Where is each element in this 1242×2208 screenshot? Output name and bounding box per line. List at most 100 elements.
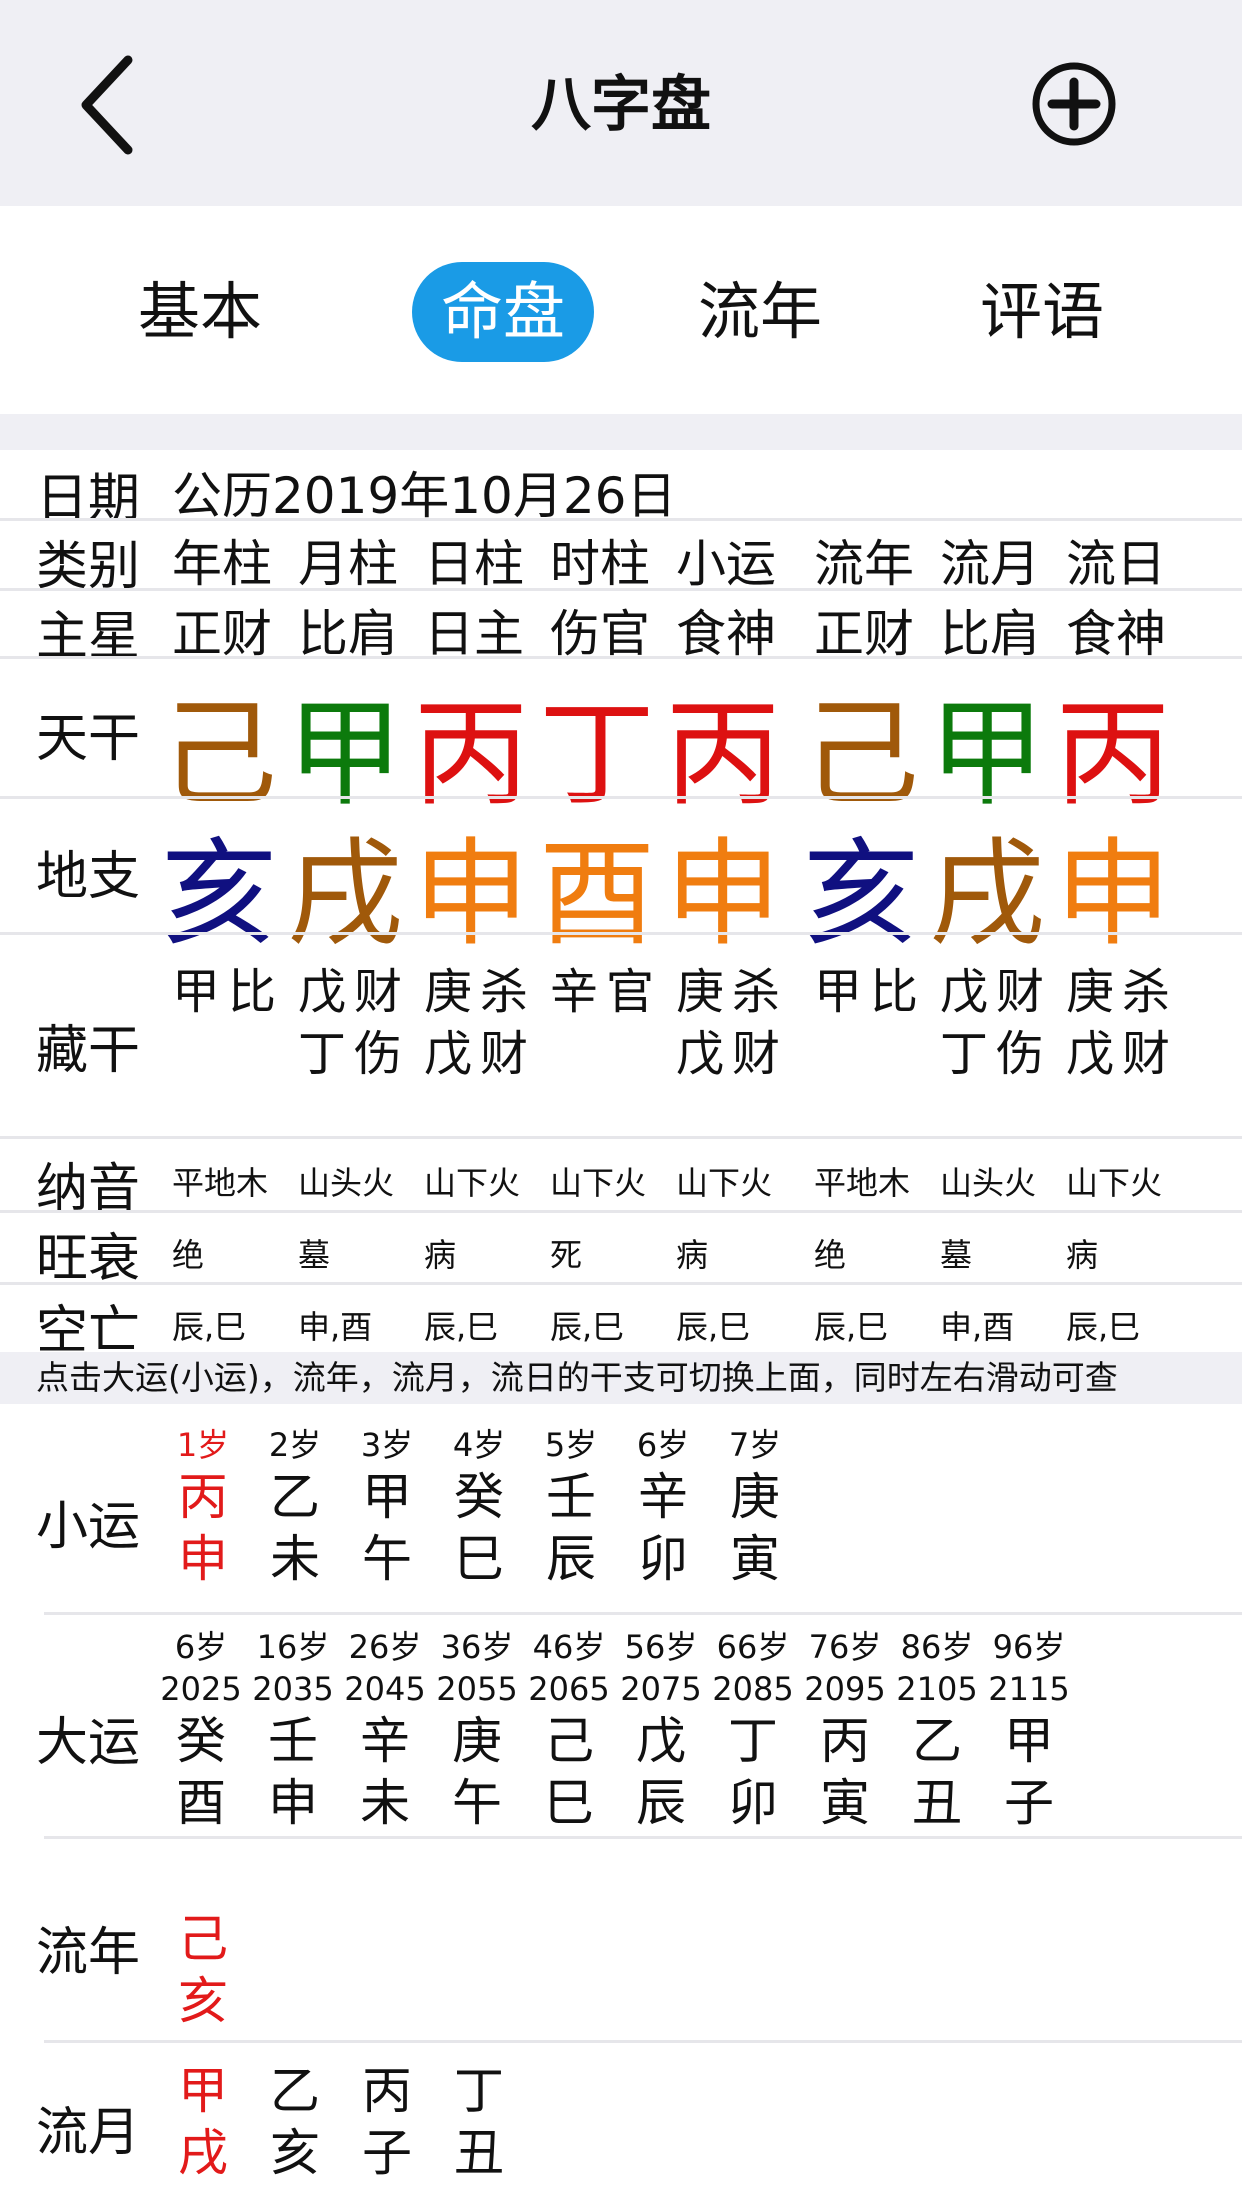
liuyue-item[interactable]: 甲戌 (158, 2060, 248, 2184)
xiaoyun-item[interactable]: 6岁辛卯 (618, 1424, 708, 1590)
kongwang-cell: 申,酉 (298, 1308, 373, 1346)
dayun-item[interactable]: 16岁 2035 壬申 (248, 1626, 338, 1834)
xiaoyun-zhi: 申 (178, 1530, 228, 1588)
row-divider (0, 1210, 1242, 1213)
liunian-item[interactable]: 己亥 (158, 1908, 248, 2032)
xiaoyun-item[interactable]: 5岁壬辰 (526, 1424, 616, 1590)
xiaoyun-item[interactable]: 1岁丙申 (158, 1424, 248, 1590)
xiaoyun-zhi: 巳 (454, 1530, 504, 1588)
liuyue-gan: 丙 (362, 2062, 412, 2120)
xiaoyun-gan: 辛 (638, 1468, 688, 1526)
dayun-age: 26岁 (348, 1628, 422, 1666)
dayun-gan: 己 (544, 1712, 594, 1770)
dizhi-label: 地支 (36, 847, 141, 907)
wangshuai-cell: 绝 (814, 1236, 847, 1274)
kongwang-cell: 辰,巳 (1066, 1308, 1141, 1346)
dayun-year: 2075 (620, 1670, 702, 1708)
category-cell: 流年 (814, 535, 914, 593)
dayun-zhi: 巳 (544, 1774, 594, 1832)
dizhi-char[interactable]: 戌 (924, 800, 1050, 968)
dayun-item[interactable]: 96岁 2115 甲子 (984, 1626, 1074, 1834)
canggan-cell: 辛官 (550, 964, 663, 1020)
dizhi-char[interactable]: 申 (1050, 800, 1176, 968)
dayun-item[interactable]: 36岁 2055 庚午 (432, 1626, 522, 1834)
canggan-cell: 戊财 (1066, 1026, 1179, 1082)
canggan-cell: 戊财 (424, 1026, 537, 1082)
xiaoyun-item[interactable]: 3岁甲午 (342, 1424, 432, 1590)
dayun-year: 2055 (436, 1670, 518, 1708)
dayun-item[interactable]: 86岁 2105 乙丑 (892, 1626, 982, 1834)
nayin-cell: 山头火 (940, 1164, 1037, 1202)
dayun-gan: 甲 (1004, 1712, 1054, 1770)
liuyue-item[interactable]: 丁丑 (434, 2060, 524, 2184)
dayun-zhi: 未 (360, 1774, 410, 1832)
tab-annual[interactable]: 流年 (680, 262, 840, 362)
dizhi-char[interactable]: 亥 (156, 800, 282, 968)
add-circle-icon[interactable] (1030, 60, 1118, 148)
tab-chart[interactable]: 命盘 (412, 262, 594, 362)
dayun-age: 16岁 (256, 1628, 330, 1666)
dayun-item[interactable]: 26岁 2045 辛未 (340, 1626, 430, 1834)
row-divider (0, 932, 1242, 935)
dizhi-char[interactable]: 戌 (282, 800, 408, 968)
dayun-item[interactable]: 56岁 2075 戊辰 (616, 1626, 706, 1834)
dayun-gan: 辛 (360, 1712, 410, 1770)
xiaoyun-age: 1岁 (176, 1426, 230, 1464)
canggan-cell: 戊财 (676, 1026, 789, 1082)
navigation-bar: 八字盘 (0, 0, 1242, 206)
dayun-zhi: 寅 (820, 1774, 870, 1832)
kongwang-cell: 辰,巳 (550, 1308, 625, 1346)
dayun-item[interactable]: 66岁 2085 丁卯 (708, 1626, 798, 1834)
xiaoyun-item[interactable]: 2岁乙未 (250, 1424, 340, 1590)
dayun-item[interactable]: 6岁 2025 癸酉 (156, 1626, 246, 1834)
dizhi-char[interactable]: 申 (660, 800, 786, 968)
liuyue-item[interactable]: 丙子 (342, 2060, 432, 2184)
dayun-gan: 壬 (268, 1712, 318, 1770)
dayun-item[interactable]: 46岁 2065 己巳 (524, 1626, 614, 1834)
liuyue-gan: 甲 (178, 2062, 228, 2120)
dayun-year: 2045 (344, 1670, 426, 1708)
canggan-cell: 戊财 (940, 964, 1053, 1020)
xiaoyun-age: 3岁 (360, 1426, 414, 1464)
dayun-gan: 癸 (176, 1712, 226, 1770)
xiaoyun-age: 5岁 (544, 1426, 598, 1464)
xiaoyun-zhi: 午 (362, 1530, 412, 1588)
liuyue-gan: 丁 (454, 2062, 504, 2120)
dayun-gan: 庚 (452, 1712, 502, 1770)
dizhi-char[interactable]: 申 (408, 800, 534, 968)
xiaoyun-age: 6岁 (636, 1426, 690, 1464)
dizhi-char[interactable]: 亥 (798, 800, 924, 968)
dayun-zhi: 子 (1004, 1774, 1054, 1832)
section-divider (0, 414, 1242, 450)
canggan-cell: 戊财 (298, 964, 411, 1020)
canggan-cell: 甲比 (172, 964, 285, 1020)
wangshuai-cell: 病 (1066, 1236, 1099, 1274)
tab-basic[interactable]: 基本 (120, 262, 280, 362)
nayin-cell: 平地木 (814, 1164, 911, 1202)
dayun-year: 2115 (988, 1670, 1070, 1708)
dayun-zhi: 丑 (912, 1774, 962, 1832)
xiaoyun-zhi: 未 (270, 1530, 320, 1588)
dayun-year: 2095 (804, 1670, 886, 1708)
row-divider (0, 1282, 1242, 1285)
wangshuai-cell: 病 (424, 1236, 457, 1274)
xiaoyun-gan: 丙 (178, 1468, 228, 1526)
dayun-year: 2105 (896, 1670, 978, 1708)
category-cell: 日柱 (424, 535, 524, 593)
row-divider (0, 588, 1242, 591)
liuyue-zhi: 亥 (270, 2124, 320, 2182)
dayun-age: 36岁 (440, 1628, 514, 1666)
canggan-cell: 丁伤 (298, 1026, 411, 1082)
nayin-cell: 山下火 (424, 1164, 521, 1202)
tab-comments[interactable]: 评语 (962, 262, 1122, 362)
xiaoyun-item[interactable]: 7岁庚寅 (710, 1424, 800, 1590)
dizhi-char[interactable]: 酉 (534, 800, 660, 968)
xiaoyun-label: 小运 (36, 1497, 141, 1557)
row-divider (0, 656, 1242, 659)
category-cell: 流日 (1066, 535, 1166, 593)
category-cell: 时柱 (550, 535, 650, 593)
xiaoyun-item[interactable]: 4岁癸巳 (434, 1424, 524, 1590)
canggan-cell: 庚杀 (1066, 964, 1179, 1020)
liuyue-item[interactable]: 乙亥 (250, 2060, 340, 2184)
dayun-item[interactable]: 76岁 2095 丙寅 (800, 1626, 890, 1834)
